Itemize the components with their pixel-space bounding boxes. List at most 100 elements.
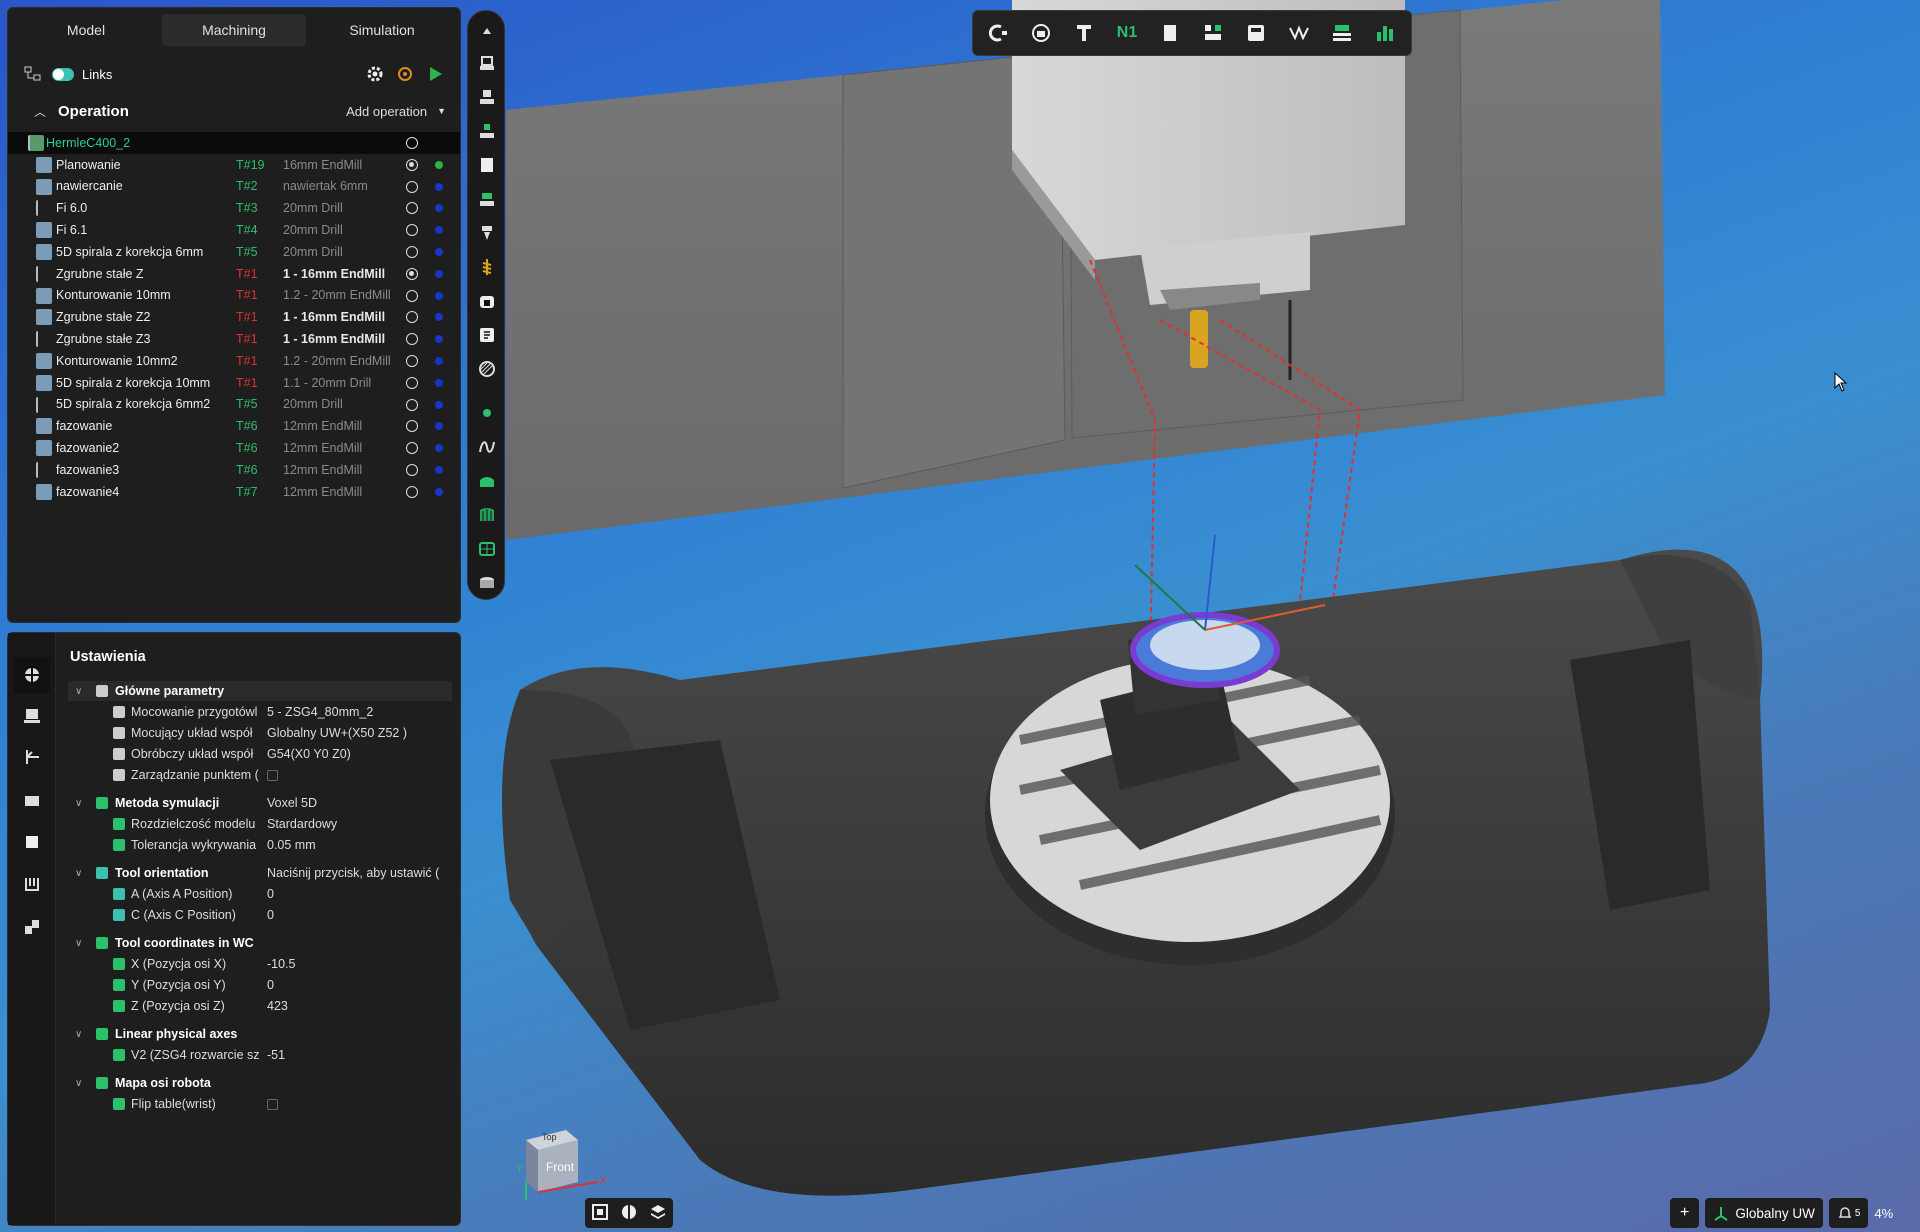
curve-icon[interactable] [475, 435, 499, 459]
operation-row[interactable]: Zgrubne stałe Z2 T#1 1 - 16mm EndMill [8, 306, 460, 328]
property-value[interactable]: 0 [267, 887, 451, 901]
multiaxis-icon[interactable] [475, 537, 499, 561]
cam-setup-icon[interactable] [979, 18, 1017, 48]
probe-icon[interactable] [475, 289, 499, 313]
block-icon[interactable] [475, 153, 499, 177]
operation-visibility-radio[interactable] [406, 267, 418, 280]
clamp-icon[interactable] [20, 873, 44, 897]
add-operation-button[interactable]: Add operation [346, 104, 427, 119]
tool-library-icon[interactable] [1022, 18, 1060, 48]
n1-button[interactable]: N1 [1108, 18, 1146, 48]
3d-viewport[interactable]: Top Front X Y [460, 0, 1920, 1232]
settings-group-header[interactable]: ∨ Główne parametry [68, 681, 452, 701]
links-toggle[interactable] [52, 67, 74, 81]
surface-icon[interactable] [475, 469, 499, 493]
chevron-down-icon[interactable]: ∨ [75, 686, 82, 697]
coord-system-selector[interactable]: Globalny UW [1705, 1198, 1823, 1228]
machine-root-row[interactable]: HermleC400_2 [8, 132, 460, 154]
scroll-up-icon[interactable] [475, 19, 499, 43]
collapse-chevron-icon[interactable]: ︿ [34, 103, 46, 120]
property-value[interactable]: Globalny UW+(X50 Z52 ) [267, 726, 451, 740]
operation-row[interactable]: Zgrubne stałe Z T#1 1 - 16mm EndMill [8, 263, 460, 285]
text-engrave-icon[interactable] [475, 323, 499, 347]
tab-machining[interactable]: Machining [162, 14, 306, 46]
pocket-icon[interactable] [475, 85, 499, 109]
document-icon[interactable] [1151, 18, 1189, 48]
operation-visibility-radio[interactable] [406, 202, 418, 215]
property-value[interactable]: 5 - ZSG4_80mm_2 [267, 705, 451, 719]
part-icon[interactable] [20, 830, 44, 854]
operation-visibility-radio[interactable] [406, 289, 418, 302]
operation-row[interactable]: fazowanie3 T#6 12mm EndMill [8, 459, 460, 481]
notifications-button[interactable]: 5 [1828, 1198, 1869, 1228]
recalculate-icon[interactable] [394, 63, 416, 85]
operation-row[interactable]: fazowanie2 T#6 12mm EndMill [8, 437, 460, 459]
property-checkbox[interactable] [267, 770, 278, 781]
fit-view-icon[interactable] [591, 1203, 609, 1224]
settings-group-header[interactable]: ∨ Linear physical axes [68, 1024, 452, 1044]
stack-icon[interactable] [1323, 18, 1361, 48]
operation-visibility-radio[interactable] [406, 398, 418, 411]
operation-row[interactable]: Konturowanie 10mm2 T#1 1.2 - 20mm EndMill [8, 350, 460, 372]
operation-visibility-radio[interactable] [406, 245, 418, 258]
chevron-down-icon[interactable]: ∨ [75, 938, 82, 949]
operation-visibility-radio[interactable] [406, 137, 418, 149]
operation-row[interactable]: 5D spirala z korekcja 10mm T#1 1.1 - 20mm … [8, 372, 460, 394]
operation-row[interactable]: 5D spirala z korekcja 6mm T#5 20mm Drill [8, 241, 460, 263]
point-icon[interactable] [475, 401, 499, 425]
settings-tab-icon[interactable] [14, 657, 50, 693]
property-value[interactable]: -51 [267, 1048, 451, 1062]
statistics-icon[interactable] [1366, 18, 1404, 48]
operation-row[interactable]: Zgrubne stałe Z3 T#1 1 - 16mm EndMill [8, 328, 460, 350]
settings-group-header[interactable]: ∨ Mapa osi robota [68, 1073, 452, 1093]
property-value[interactable]: G54(X0 Y0 Z0) [267, 747, 451, 761]
fixture-icon[interactable] [20, 703, 44, 727]
chevron-down-icon[interactable]: ∨ [75, 1029, 82, 1040]
stock-icon[interactable] [20, 788, 44, 812]
operation-visibility-radio[interactable] [406, 485, 418, 498]
property-value[interactable]: Stardardowy [267, 817, 451, 831]
layers-view-icon[interactable] [649, 1203, 667, 1224]
operation-row[interactable]: Konturowanie 10mm T#1 1.2 - 20mm EndMill [8, 285, 460, 307]
operation-row[interactable]: fazowanie T#6 12mm EndMill [8, 415, 460, 437]
holder-icon[interactable] [1065, 18, 1103, 48]
thread-icon[interactable] [475, 255, 499, 279]
operation-row[interactable]: Planowanie T#19 16mm EndMill [8, 154, 460, 176]
tab-model[interactable]: Model [14, 14, 158, 46]
property-value[interactable]: 0 [267, 908, 451, 922]
chevron-down-icon[interactable]: ∨ [75, 868, 82, 879]
turn-icon[interactable] [475, 571, 499, 595]
settings-group-value[interactable]: Naciśnij przycisk, aby ustawić ( [267, 866, 451, 880]
operation-row[interactable]: nawiercanie T#2 nawiertak 6mm [8, 176, 460, 198]
hatch-icon[interactable] [475, 357, 499, 381]
operation-visibility-radio[interactable] [406, 376, 418, 389]
operation-visibility-radio[interactable] [406, 442, 418, 455]
adaptive-icon[interactable] [475, 187, 499, 211]
property-value[interactable]: -10.5 [267, 957, 451, 971]
property-value[interactable]: 423 [267, 999, 451, 1013]
tab-simulation[interactable]: Simulation [310, 14, 454, 46]
operation-visibility-radio[interactable] [406, 354, 418, 367]
operation-row[interactable]: Fi 6.1 T#4 20mm Drill [8, 219, 460, 241]
operation-row[interactable]: Fi 6.0 T#3 20mm Drill [8, 197, 460, 219]
shading-icon[interactable] [620, 1203, 638, 1224]
operation-visibility-radio[interactable] [406, 224, 418, 237]
drill-icon[interactable] [475, 221, 499, 245]
operation-visibility-radio[interactable] [406, 420, 418, 433]
operation-visibility-radio[interactable] [406, 180, 418, 193]
operation-visibility-radio[interactable] [406, 333, 418, 346]
calculator-icon[interactable] [1237, 18, 1275, 48]
swarf-icon[interactable] [475, 503, 499, 527]
chevron-down-icon[interactable]: ▼ [437, 106, 446, 116]
chevron-down-icon[interactable]: ∨ [75, 1078, 82, 1089]
settings-group-header[interactable]: ∨ Tool coordinates in WC [68, 933, 452, 953]
face-mill-icon[interactable] [475, 51, 499, 75]
axis-icon[interactable] [20, 745, 44, 769]
profile-icon[interactable] [475, 119, 499, 143]
settings-group-header[interactable]: ∨ Metoda symulacji Voxel 5D [68, 793, 452, 813]
settings-group-value[interactable]: Voxel 5D [267, 796, 451, 810]
layers-icon[interactable] [20, 915, 44, 939]
tree-icon[interactable] [22, 63, 44, 85]
play-icon[interactable] [424, 63, 446, 85]
property-value[interactable]: 0 [267, 978, 451, 992]
